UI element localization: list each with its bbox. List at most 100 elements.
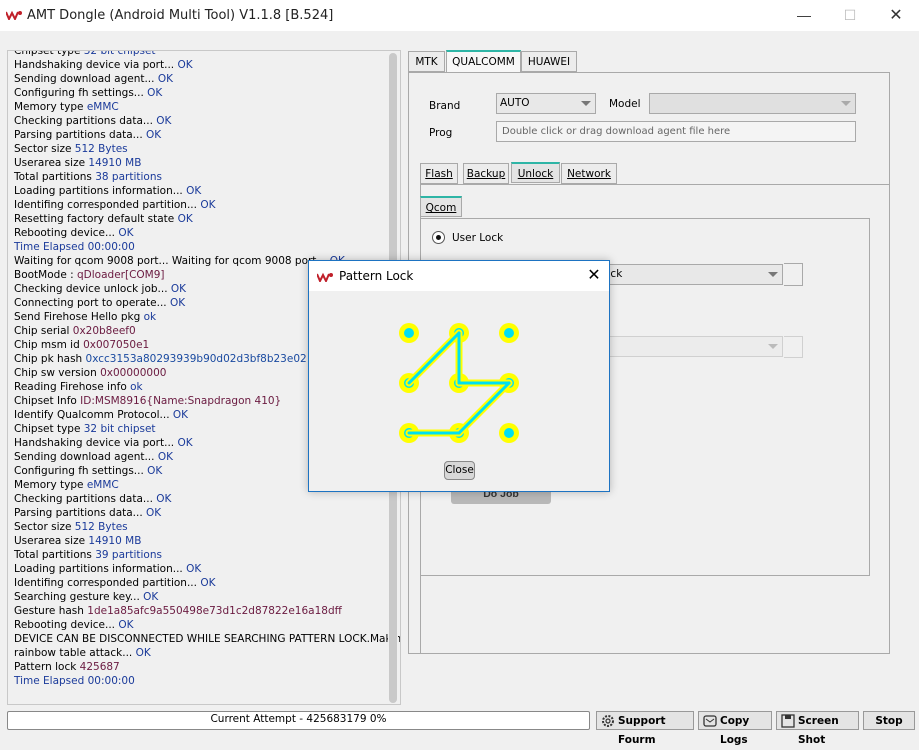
- prog-label: Prog: [429, 127, 453, 139]
- log-line: Userarea size 14910 MB: [14, 534, 384, 548]
- log-text: Send Firehose Hello pkg: [14, 311, 144, 323]
- log-line: Identifing corresponded partition... OK: [14, 198, 384, 212]
- log-value: 32 bit chipset: [83, 423, 156, 435]
- prog-input[interactable]: Double click or drag download agent file…: [496, 121, 856, 142]
- model-select[interactable]: [649, 93, 856, 114]
- support-forum-button[interactable]: Support Fourm: [596, 711, 694, 746]
- chevron-down-icon: [841, 101, 851, 106]
- log-text: Parsing partitions data...: [14, 129, 147, 141]
- status-progress: Current Attempt - 425683179 0%: [7, 711, 590, 730]
- tab-backup[interactable]: Backup: [463, 163, 509, 184]
- log-text: Chipset type: [14, 50, 84, 57]
- dialog-close-button[interactable]: Close: [444, 461, 475, 480]
- log-value: OK: [147, 465, 163, 477]
- log-line: Time Elapsed 00:00:00: [14, 674, 384, 688]
- log-text: Rebooting device...: [14, 619, 119, 631]
- log-line: Gesture hash 1de1a85afc9a550498e73d1c2d8…: [14, 604, 384, 618]
- gear-icon: [602, 715, 614, 727]
- log-value: OK: [118, 227, 134, 239]
- brand-select[interactable]: AUTO: [496, 93, 596, 114]
- log-text: Chip msm id: [14, 339, 84, 351]
- log-value: eMMC: [86, 479, 119, 491]
- floppy-icon: [781, 714, 795, 728]
- lock-type-select[interactable]: ock: [600, 264, 783, 285]
- tab-flash[interactable]: Flash: [420, 163, 458, 184]
- log-line: Userarea size 14910 MB: [14, 156, 384, 170]
- log-value: ok: [130, 381, 143, 393]
- log-text: Handshaking device via port...: [14, 437, 178, 449]
- log-text: Time Elapsed 00:00:00: [14, 241, 135, 253]
- log-text: Memory type: [14, 479, 87, 491]
- chevron-down-icon: [581, 101, 591, 106]
- log-text: Waiting for qcom 9008 port... Waiting fo…: [14, 255, 330, 267]
- pattern-dot-center: [404, 328, 414, 338]
- log-line: Sector size 512 Bytes: [14, 142, 384, 156]
- pattern-dot-center: [504, 428, 514, 438]
- user-lock-radio[interactable]: [432, 231, 445, 244]
- log-value: OK: [172, 409, 189, 421]
- log-line: Rebooting device... OK: [14, 226, 384, 240]
- log-line: Time Elapsed 00:00:00: [14, 240, 384, 254]
- log-value: 32 bit chipset: [83, 50, 156, 57]
- screen-shot-button[interactable]: Screen Shot: [776, 711, 859, 746]
- log-value: qDloader[COM9]: [77, 269, 165, 281]
- tab-huawei[interactable]: HUAWEI: [521, 51, 577, 72]
- log-text: Searching gesture key...: [14, 591, 144, 603]
- app-logo-icon: [6, 10, 22, 20]
- log-text: Chipset Info: [14, 395, 81, 407]
- log-text: Configuring fh settings...: [14, 465, 148, 477]
- log-text: Resetting factory default state: [14, 213, 178, 225]
- log-text: Identifing corresponded partition...: [14, 199, 201, 211]
- log-value: OK: [118, 619, 134, 631]
- brand-value: AUTO: [500, 97, 530, 109]
- maximize-button[interactable]: ☐: [827, 0, 873, 31]
- tab-unlock[interactable]: Unlock: [511, 162, 560, 183]
- log-line: Loading partitions information... OK: [14, 562, 384, 576]
- log-line: Resetting factory default state OK: [14, 212, 384, 226]
- stop-button[interactable]: Stop: [863, 711, 915, 730]
- log-text: Pattern lock: [14, 661, 80, 673]
- user-lock-label: User Lock: [452, 232, 504, 244]
- dialog-close-icon[interactable]: ✕: [583, 265, 605, 287]
- log-value: OK: [200, 199, 216, 211]
- log-value: ID:MSM8916{Name:Snapdragon 410}: [80, 395, 282, 407]
- log-value: OK: [177, 437, 193, 449]
- log-text: Total partitions: [14, 171, 96, 183]
- log-value: OK: [170, 283, 187, 295]
- log-text: Reading Firehose info: [14, 381, 131, 393]
- log-text: Sending download agent...: [14, 73, 158, 85]
- log-value: OK: [169, 297, 186, 309]
- log-value: 14910 MB: [88, 157, 142, 169]
- copy-logs-label: Copy Logs: [720, 715, 750, 746]
- tab-mtk[interactable]: MTK: [408, 51, 445, 72]
- log-text: Configuring fh settings...: [14, 87, 148, 99]
- log-text: Loading partitions information...: [14, 185, 187, 197]
- log-text: rainbow table attack...: [14, 647, 136, 659]
- app-logo-icon: [317, 272, 333, 282]
- dialog-titlebar: Pattern Lock ✕: [309, 261, 609, 291]
- log-text: Chipset type: [14, 423, 84, 435]
- close-window-button[interactable]: ✕: [873, 0, 919, 31]
- pattern-dot-center: [504, 328, 514, 338]
- log-value: ok: [143, 311, 157, 323]
- log-text: Total partitions: [14, 549, 96, 561]
- log-text: Checking partitions data...: [14, 493, 157, 505]
- log-text: Userarea size: [14, 157, 89, 169]
- log-line: Identifing corresponded partition... OK: [14, 576, 384, 590]
- log-text: Chip pk hash: [14, 353, 86, 365]
- log-line: Total partitions 39 partitions: [14, 548, 384, 562]
- log-text: Checking partitions data...: [14, 115, 157, 127]
- log-value: 512 Bytes: [74, 143, 128, 155]
- chevron-down-icon: [768, 272, 778, 277]
- tab-network[interactable]: Network: [561, 163, 617, 184]
- tab-qcom[interactable]: Qcom: [420, 196, 462, 217]
- log-text: Chip sw version: [14, 367, 101, 379]
- log-value: OK: [135, 647, 151, 659]
- tab-qualcomm[interactable]: QUALCOMM: [446, 50, 521, 72]
- log-line: Checking partitions data... OK: [14, 114, 384, 128]
- log-line: Configuring fh settings... OK: [14, 86, 384, 100]
- minimize-button[interactable]: —: [781, 0, 827, 31]
- copy-logs-button[interactable]: Copy Logs: [698, 711, 772, 746]
- pattern-grid: [399, 323, 519, 443]
- log-line: Sending download agent... OK: [14, 72, 384, 86]
